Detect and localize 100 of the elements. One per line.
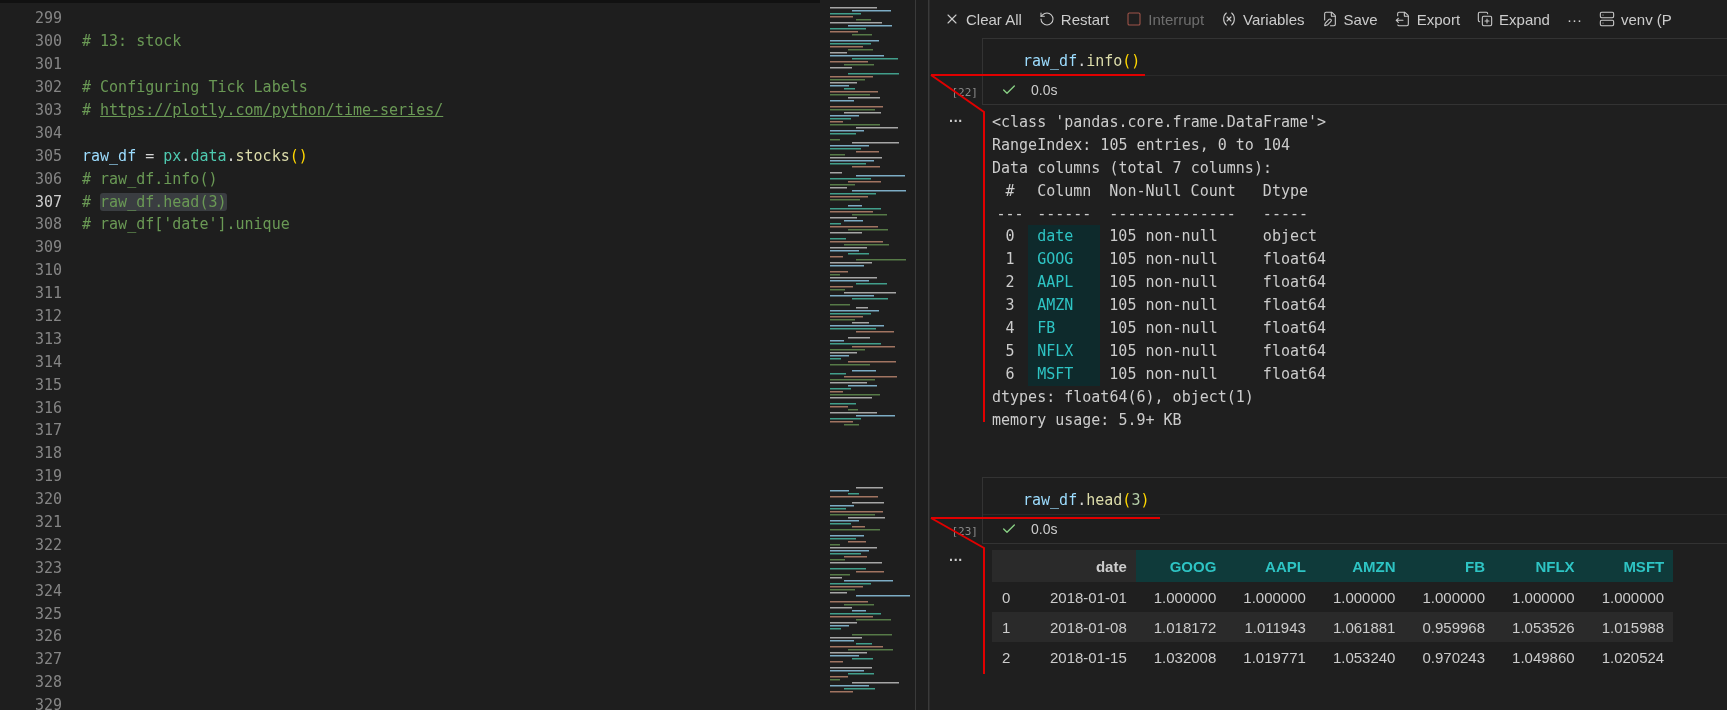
code-cell[interactable]: raw_df.info() 0.0s <box>982 38 1727 105</box>
column-header: AAPL <box>1225 550 1315 583</box>
row-index: 0 <box>992 582 1032 613</box>
output-menu-button[interactable]: ··· <box>930 111 982 432</box>
code-line: raw_df = px.data.stocks() <box>82 146 308 165</box>
column-header: MSFT <box>1583 550 1674 583</box>
toolbar-button[interactable]: Clear All <box>944 10 1022 28</box>
column-name: FB <box>1028 317 1101 340</box>
row-index: 1 <box>1004 249 1016 271</box>
dtype-text: float64 <box>1262 363 1327 385</box>
code-line: # https://plotly.com/python/time-series/ <box>82 101 444 119</box>
code-line: # raw_df['date'].unique <box>82 215 290 234</box>
column-header: Non-Null Count <box>1108 180 1237 202</box>
line-number: 317 <box>33 421 62 440</box>
toolbar-button[interactable]: Expand <box>1477 10 1550 28</box>
output-line: <class 'pandas.core.frame.DataFrame'> <box>992 112 1327 133</box>
count-text: 105 non-null <box>1108 340 1219 362</box>
table-cell: 1.000000 <box>1314 582 1405 613</box>
square-icon <box>1126 11 1143 27</box>
dtype-text: float64 <box>1262 272 1327 294</box>
toolbar-button[interactable]: Export <box>1394 10 1461 28</box>
line-number: 319 <box>33 467 62 486</box>
count-text: 105 non-null <box>1108 363 1219 385</box>
table-cell: 2018-01-01 <box>1032 582 1136 613</box>
line-number: 302 <box>33 78 62 97</box>
column-header: FB <box>1404 550 1495 583</box>
line-number: 313 <box>33 329 62 348</box>
line-number: 305 <box>33 146 62 165</box>
row-index: 3 <box>1004 295 1016 317</box>
line-number: 325 <box>33 604 62 623</box>
table-cell: 1.032008 <box>1135 642 1226 673</box>
toolbar-button[interactable]: Variables <box>1221 10 1305 28</box>
line-number: 308 <box>33 215 62 234</box>
copy-plus-icon <box>1477 11 1494 27</box>
column-name: MSFT <box>1028 362 1101 386</box>
toolbar-button[interactable]: Save <box>1321 10 1378 28</box>
column-header: date <box>1032 550 1136 583</box>
count-text: 105 non-null <box>1108 226 1219 248</box>
table-cell: 1.011943 <box>1225 612 1315 643</box>
line-number: 326 <box>33 627 62 646</box>
table-cell: 2018-01-08 <box>1032 612 1136 643</box>
table-cell: 1.020524 <box>1583 642 1674 673</box>
table-cell: 0.959968 <box>1404 612 1495 643</box>
line-number: 323 <box>33 558 62 577</box>
line-number: 315 <box>33 375 62 394</box>
table-cell: 1.049860 <box>1494 642 1584 673</box>
column-header: NFLX <box>1494 550 1584 583</box>
line-number: 307 <box>33 192 62 211</box>
line-number: 299 <box>33 9 62 28</box>
code-cell[interactable]: raw_df.head(3) 0.0s <box>982 477 1727 545</box>
output-menu-button[interactable]: ··· <box>930 550 982 673</box>
line-number: 324 <box>33 581 62 600</box>
scrollbar-track[interactable] <box>915 0 929 710</box>
row-index: 2 <box>992 642 1032 673</box>
code-line: raw_df.info() <box>1023 52 1141 70</box>
row-index: 2 <box>1004 272 1016 294</box>
count-text: 105 non-null <box>1108 249 1219 271</box>
line-number: 306 <box>33 169 62 188</box>
variable-icon <box>1221 11 1238 27</box>
code-line: # raw_df.head(3) <box>82 192 227 211</box>
column-header: Column <box>1036 180 1093 202</box>
rule-text: ------ <box>1036 203 1093 225</box>
dtype-text: float64 <box>1262 295 1327 317</box>
row-index: 1 <box>992 612 1032 643</box>
rule-text: --- <box>995 203 1025 225</box>
table-cell: 1.000000 <box>1583 582 1674 613</box>
dtype-text: float64 <box>1262 249 1327 271</box>
toolbar-button[interactable]: ··· <box>1566 10 1582 28</box>
line-number: 303 <box>33 101 62 119</box>
table-cell: 1.000000 <box>1404 582 1495 613</box>
table-cell: 2018-01-15 <box>1032 642 1136 673</box>
count-text: 105 non-null <box>1108 272 1219 294</box>
table-cell: 1.000000 <box>1225 582 1315 613</box>
line-number: 329 <box>33 696 62 710</box>
column-name: NFLX <box>1028 339 1101 363</box>
line-number: 314 <box>33 352 62 371</box>
table-cell: 1.000000 <box>1135 582 1226 613</box>
dtype-text: object <box>1262 226 1318 248</box>
table-cell: 1.015988 <box>1583 612 1674 643</box>
code-line: # Configuring Tick Labels <box>82 78 308 97</box>
column-name: AAPL <box>1028 271 1101 295</box>
line-number: 311 <box>33 284 62 303</box>
column-header: Dtype <box>1262 180 1308 202</box>
column-header: GOOG <box>1135 550 1226 583</box>
line-number: 320 <box>33 490 62 509</box>
output-line: memory usage: 5.9+ KB <box>992 409 1183 431</box>
line-number: 312 <box>33 307 62 325</box>
rule-text: ----- <box>1262 203 1308 225</box>
toolbar-button[interactable]: Restart <box>1038 10 1110 28</box>
column-header: AMZN <box>1314 550 1405 583</box>
dtype-text: float64 <box>1262 318 1327 339</box>
toolbar-button[interactable]: venv (P <box>1598 10 1672 28</box>
rule-text: -------------- <box>1108 203 1237 225</box>
output-line: Data columns (total 7 columns): <box>992 157 1273 179</box>
output-line: RangeIndex: 105 entries, 0 to 104 <box>992 134 1291 156</box>
restart-icon <box>1038 11 1055 27</box>
code-line: raw_df.head(3) <box>1023 491 1150 510</box>
table-cell: 1.000000 <box>1494 582 1584 613</box>
line-number: 304 <box>33 123 62 142</box>
code-line: # raw_df.info() <box>82 169 218 188</box>
